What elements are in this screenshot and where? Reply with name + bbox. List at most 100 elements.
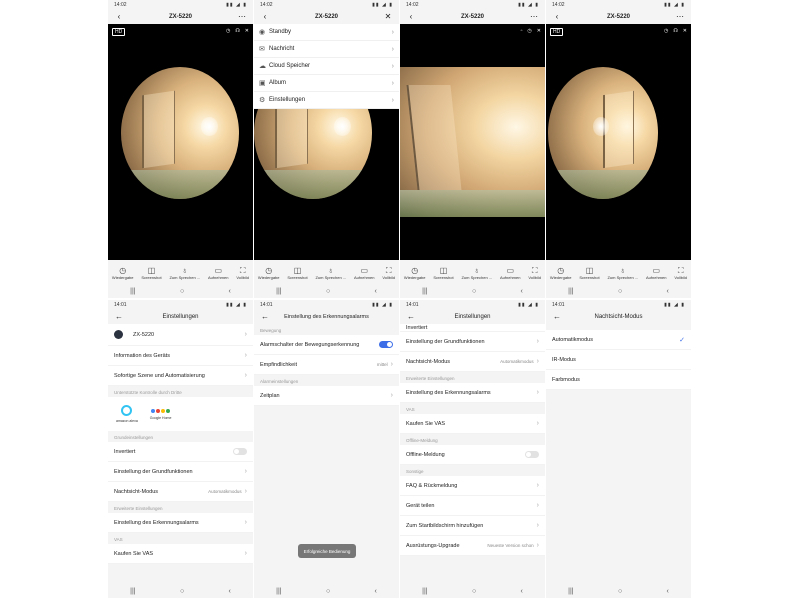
mute-icon[interactable]: ✕ <box>245 28 249 34</box>
timer-icon[interactable]: ◷ <box>226 28 230 34</box>
home-icon[interactable]: ○ <box>326 288 330 295</box>
detection-alarm-row[interactable]: Einstellung des Erkennungsalarms › <box>108 513 253 533</box>
screenshot-control[interactable]: ◫ Screenshot <box>287 266 307 280</box>
schedule-row[interactable]: Zeitplan › <box>254 386 399 406</box>
recents-icon[interactable]: ||| <box>276 288 281 295</box>
night-mode-row[interactable]: Nachtsicht-Modus Automatikmodus › <box>400 352 545 372</box>
menu-item-album[interactable]: ▣ Album › <box>254 75 399 92</box>
option-auto[interactable]: Automatikmodus ✓ <box>546 330 691 350</box>
sensitivity-row[interactable]: Empfindlichkeit mittel › <box>254 355 399 375</box>
screenshot-control[interactable]: ◫ Screenshot <box>579 266 599 280</box>
recents-icon[interactable]: ||| <box>568 588 573 595</box>
record-control[interactable]: ▭ Aufnehmen <box>208 266 228 280</box>
video-view[interactable]: HD ◷ ☊ ✕ <box>546 24 691 260</box>
recents-icon[interactable]: ||| <box>130 588 135 595</box>
back-icon[interactable]: ‹ <box>406 12 416 21</box>
fullscreen-control[interactable]: ⛶ Vollbild <box>528 266 541 280</box>
inverted-toggle[interactable] <box>233 448 247 455</box>
faq-row[interactable]: FAQ & Rückmeldung › <box>400 476 545 496</box>
option-color[interactable]: Farbmodus <box>546 370 691 390</box>
home-icon[interactable]: ○ <box>618 588 622 595</box>
back-nav-icon[interactable]: ‹ <box>666 588 668 595</box>
back-nav-icon[interactable]: ‹ <box>374 588 376 595</box>
playback-control[interactable]: ◷ Wiedergabe <box>550 266 572 280</box>
video-view[interactable]: ▫ ◷ ✕ <box>400 24 545 260</box>
recents-icon[interactable]: ||| <box>568 288 573 295</box>
back-icon[interactable]: ← <box>406 312 416 321</box>
talk-control[interactable]: ♁ Zum Sprechen ... <box>315 266 346 280</box>
share-device-row[interactable]: Gerät teilen › <box>400 496 545 516</box>
offline-toggle[interactable] <box>525 451 539 458</box>
recents-icon[interactable]: ||| <box>130 288 135 295</box>
home-icon[interactable]: ○ <box>472 588 476 595</box>
basic-functions-row[interactable]: Einstellung der Grundfunktionen › <box>108 462 253 482</box>
motion-toggle[interactable] <box>379 341 393 348</box>
menu-item-standby[interactable]: ◉ Standby › <box>254 24 399 41</box>
more-icon[interactable]: ⋯ <box>675 12 685 21</box>
home-icon[interactable]: ○ <box>472 288 476 295</box>
back-icon[interactable]: ← <box>260 312 270 321</box>
talk-control[interactable]: ♁ Zum Sprechen ... <box>461 266 492 280</box>
resolution-icon[interactable]: ▫ <box>521 28 523 34</box>
home-icon[interactable]: ○ <box>180 288 184 295</box>
back-nav-icon[interactable]: ‹ <box>228 288 230 295</box>
device-row[interactable]: ZX-5220 › <box>108 324 253 346</box>
back-icon[interactable]: ‹ <box>260 12 270 21</box>
firmware-upgrade-row[interactable]: Ausrüstungs-Upgrade Neueste Version schon… <box>400 536 545 556</box>
back-icon[interactable]: ← <box>552 312 562 321</box>
back-nav-icon[interactable]: ‹ <box>666 288 668 295</box>
back-icon[interactable]: ‹ <box>114 12 124 21</box>
playback-control[interactable]: ◷ Wiedergabe <box>112 266 134 280</box>
fullscreen-control[interactable]: ⛶ Vollbild <box>236 266 249 280</box>
menu-item-settings[interactable]: ⚙ Einstellungen › <box>254 92 399 109</box>
alarm-icon[interactable]: ☊ <box>673 28 677 34</box>
fullscreen-control[interactable]: ⛶ Vollbild <box>674 266 687 280</box>
recents-icon[interactable]: ||| <box>276 588 281 595</box>
more-icon[interactable]: ⋯ <box>529 12 539 21</box>
video-view[interactable]: HD ◷ ☊ ✕ <box>108 24 253 260</box>
recents-icon[interactable]: ||| <box>422 288 427 295</box>
hd-badge[interactable]: HD <box>112 28 126 36</box>
timer-icon[interactable]: ◷ <box>527 28 531 34</box>
scene-row[interactable]: Sofortige Szene und Automatisierung › <box>108 366 253 386</box>
mute-icon[interactable]: ✕ <box>683 28 687 34</box>
record-control[interactable]: ▭ Aufnehmen <box>646 266 666 280</box>
record-control[interactable]: ▭ Aufnehmen <box>354 266 374 280</box>
screenshot-control[interactable]: ◫ Screenshot <box>433 266 453 280</box>
timer-icon[interactable]: ◷ <box>664 28 668 34</box>
record-control[interactable]: ▭ Aufnehmen <box>500 266 520 280</box>
alexa-button[interactable]: amazon alexa <box>116 405 138 423</box>
back-icon[interactable]: ‹ <box>552 12 562 21</box>
talk-control[interactable]: ♁ Zum Sprechen ... <box>169 266 200 280</box>
back-nav-icon[interactable]: ‹ <box>520 288 522 295</box>
more-icon[interactable]: ⋯ <box>237 12 247 21</box>
back-nav-icon[interactable]: ‹ <box>374 288 376 295</box>
screenshot-control[interactable]: ◫ Screenshot <box>141 266 161 280</box>
menu-item-cloud[interactable]: ☁ Cloud Speicher › <box>254 58 399 75</box>
alarm-icon[interactable]: ☊ <box>235 28 239 34</box>
buy-vas-row[interactable]: Kaufen Sie VAS › <box>400 414 545 434</box>
homescreen-row[interactable]: Zum Startbildschirm hinzufügen › <box>400 516 545 536</box>
basic-functions-row[interactable]: Einstellung der Grundfunktionen › <box>400 332 545 352</box>
option-ir[interactable]: IR-Modus <box>546 350 691 370</box>
fullscreen-control[interactable]: ⛶ Vollbild <box>382 266 395 280</box>
home-icon[interactable]: ○ <box>326 588 330 595</box>
recents-icon[interactable]: ||| <box>422 588 427 595</box>
hd-badge[interactable]: HD <box>550 28 564 36</box>
close-icon[interactable]: ✕ <box>383 12 393 21</box>
home-icon[interactable]: ○ <box>618 288 622 295</box>
playback-control[interactable]: ◷ Wiedergabe <box>404 266 426 280</box>
back-icon[interactable]: ← <box>114 312 124 321</box>
google-home-button[interactable]: Google Home <box>150 408 171 420</box>
night-mode-row[interactable]: Nachtsicht-Modus Automatikmodus › <box>108 482 253 502</box>
back-nav-icon[interactable]: ‹ <box>520 588 522 595</box>
mute-icon[interactable]: ✕ <box>537 28 541 34</box>
playback-control[interactable]: ◷ Wiedergabe <box>258 266 280 280</box>
buy-vas-row[interactable]: Kaufen Sie VAS › <box>108 544 253 564</box>
back-nav-icon[interactable]: ‹ <box>228 588 230 595</box>
device-info-row[interactable]: Information des Geräts › <box>108 346 253 366</box>
talk-control[interactable]: ♁ Zum Sprechen ... <box>607 266 638 280</box>
home-icon[interactable]: ○ <box>180 588 184 595</box>
detection-alarm-row[interactable]: Einstellung des Erkennungsalarms › <box>400 383 545 403</box>
menu-item-message[interactable]: ✉ Nachricht › <box>254 41 399 58</box>
